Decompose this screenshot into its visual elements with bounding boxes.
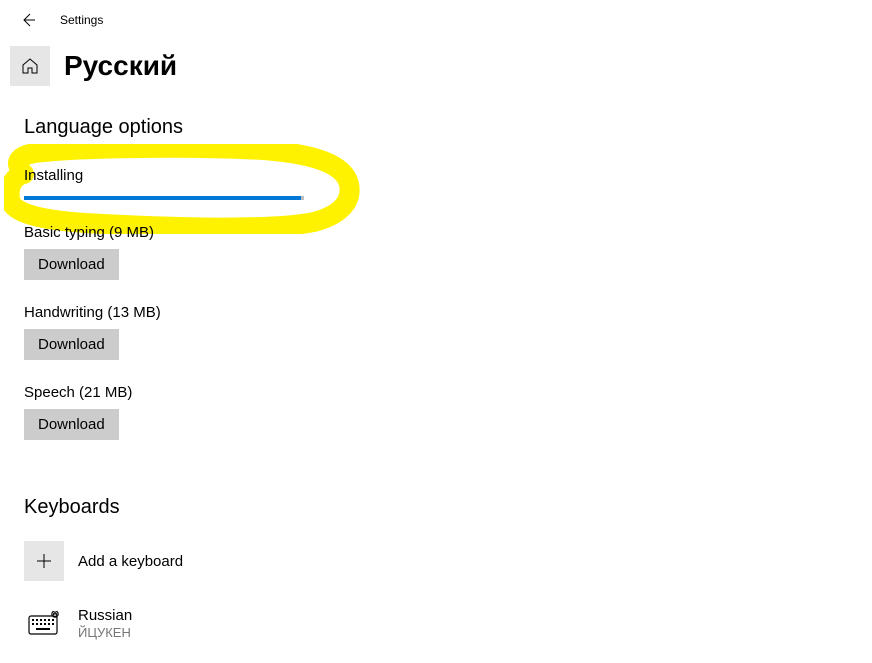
add-keyboard-button[interactable]: Add a keyboard: [24, 541, 872, 581]
add-keyboard-label: Add a keyboard: [78, 553, 183, 570]
back-button[interactable]: [16, 8, 40, 32]
keyboard-subtitle: ЙЦУКЕН: [78, 625, 132, 640]
section-keyboards: Keyboards: [24, 496, 872, 519]
home-icon: [21, 57, 39, 75]
basic-typing-label: Basic typing (9 MB): [24, 224, 872, 241]
installing-progress-fill: [24, 196, 301, 200]
handwriting-label: Handwriting (13 MB): [24, 304, 872, 321]
speech-label: Speech (21 MB): [24, 384, 872, 401]
keyboard-item-russian[interactable]: Russian ЙЦУКЕН: [24, 603, 872, 643]
speech-download-button[interactable]: Download: [24, 409, 119, 440]
handwriting-download-button[interactable]: Download: [24, 329, 119, 360]
back-arrow-icon: [20, 12, 36, 28]
plus-icon: [35, 552, 53, 570]
installing-label: Installing: [24, 167, 872, 184]
keyboard-name: Russian: [78, 607, 132, 624]
page-title: Русский: [64, 50, 177, 82]
keyboard-icon: [28, 611, 60, 635]
header-title: Settings: [60, 13, 103, 27]
section-language-options: Language options: [24, 116, 872, 139]
add-icon-box: [24, 541, 64, 581]
installing-progress: [24, 196, 304, 200]
home-button[interactable]: [10, 46, 50, 86]
keyboard-icon-box: [24, 603, 64, 643]
basic-typing-download-button[interactable]: Download: [24, 249, 119, 280]
